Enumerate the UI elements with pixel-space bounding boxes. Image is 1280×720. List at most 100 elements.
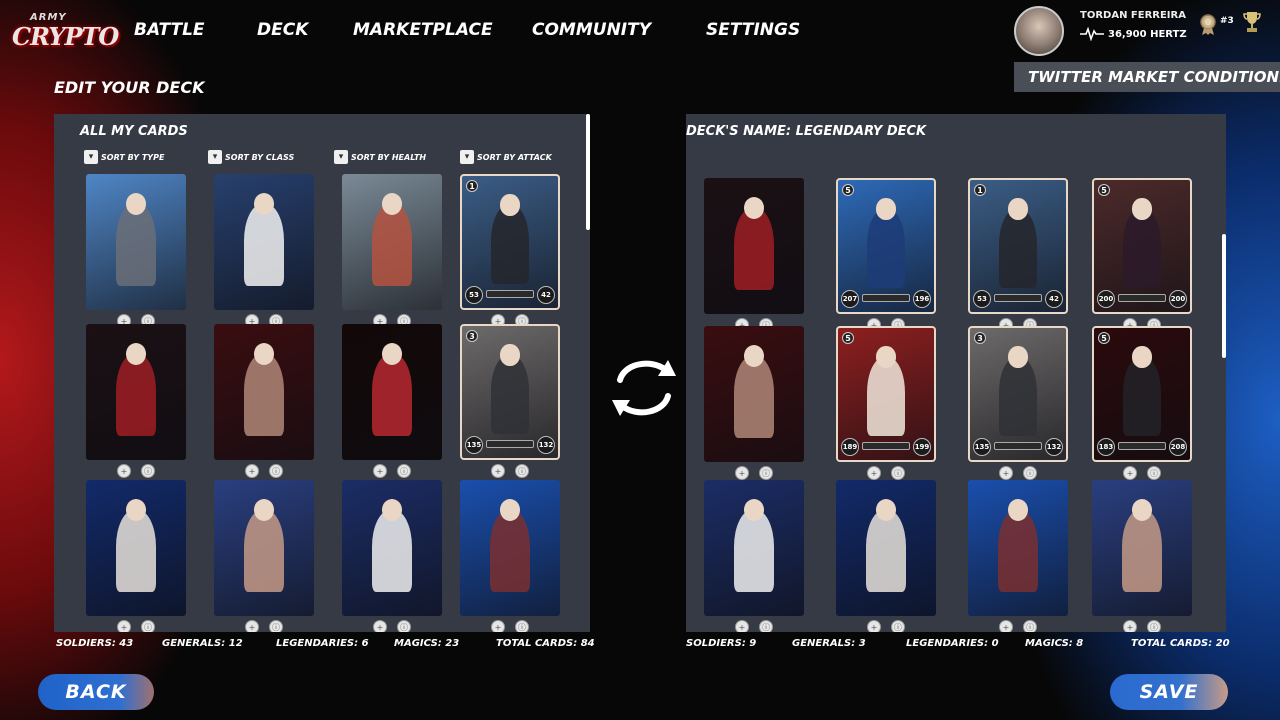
card-nameplate [862, 442, 910, 450]
card-info-icon[interactable]: ⓘ [269, 464, 283, 478]
all-cards-scrollbar[interactable] [586, 114, 590, 230]
card-info-icon[interactable]: ⓘ [1147, 620, 1161, 632]
card-figure [490, 205, 530, 285]
card[interactable] [342, 480, 442, 616]
card[interactable]: 5 183 208 [1092, 326, 1192, 462]
card[interactable] [342, 174, 442, 310]
nav-marketplace[interactable]: MARKETPLACE [353, 20, 493, 40]
card[interactable] [704, 480, 804, 616]
add-card-icon[interactable]: + [735, 620, 749, 632]
add-card-icon[interactable]: + [117, 464, 131, 478]
card[interactable] [704, 326, 804, 462]
count-generals: GENERALS: 3 [792, 638, 866, 649]
back-button[interactable]: BACK [38, 674, 154, 710]
card-figure [372, 353, 412, 436]
card[interactable]: 3 135 132 [460, 324, 560, 460]
sort-label: SORT BY TYPE [101, 152, 165, 162]
sort-by-attack[interactable]: ▾ SORT BY ATTACK [460, 150, 552, 164]
twitter-market-condition-banner[interactable]: TWITTER MARKET CONDITION... [1014, 62, 1280, 92]
card[interactable] [968, 480, 1068, 616]
card-attack: 207 [841, 290, 859, 308]
add-card-icon[interactable]: + [491, 464, 505, 478]
nav-settings[interactable]: SETTINGS [706, 20, 800, 40]
card[interactable] [460, 480, 560, 616]
card-info-icon[interactable]: ⓘ [891, 466, 905, 480]
add-card-icon[interactable]: + [1123, 620, 1137, 632]
card-nameplate [486, 290, 534, 298]
count-magics: MAGICS: 23 [394, 638, 460, 649]
card-info-icon[interactable]: ⓘ [515, 620, 529, 632]
card-attack: 183 [1097, 438, 1115, 456]
card[interactable]: 5 207 196 [836, 178, 936, 314]
add-card-icon[interactable]: + [735, 466, 749, 480]
card[interactable]: 5 200 200 [1092, 178, 1192, 314]
deck-scrollbar[interactable] [1222, 234, 1226, 358]
chevron-down-icon: ▾ [334, 150, 348, 164]
card[interactable] [342, 324, 442, 460]
card[interactable] [836, 480, 936, 616]
add-card-icon[interactable]: + [999, 466, 1013, 480]
card-info-icon[interactable]: ⓘ [141, 620, 155, 632]
card-figure [490, 355, 530, 435]
card[interactable] [86, 174, 186, 310]
card-figure [998, 209, 1038, 289]
card[interactable] [86, 480, 186, 616]
card-info-icon[interactable]: ⓘ [1023, 466, 1037, 480]
sort-by-class[interactable]: ▾ SORT BY CLASS [208, 150, 294, 164]
card[interactable] [1092, 480, 1192, 616]
card-figure-head [500, 194, 520, 216]
card[interactable]: 3 135 132 [968, 326, 1068, 462]
add-card-icon[interactable]: + [117, 620, 131, 632]
add-card-icon[interactable]: + [491, 620, 505, 632]
card-info-icon[interactable]: ⓘ [269, 620, 283, 632]
add-card-icon[interactable]: + [867, 466, 881, 480]
card-info-icon[interactable]: ⓘ [397, 620, 411, 632]
card[interactable] [86, 324, 186, 460]
avatar[interactable] [1014, 6, 1064, 56]
nav-battle[interactable]: BATTLE [134, 20, 205, 40]
nav-community[interactable]: COMMUNITY [532, 20, 651, 40]
add-card-icon[interactable]: + [999, 620, 1013, 632]
card-info-icon[interactable]: ⓘ [759, 620, 773, 632]
card[interactable]: 1 53 42 [968, 178, 1068, 314]
card[interactable] [214, 480, 314, 616]
card-cost: 5 [842, 184, 854, 196]
count-legendaries: LEGENDARIES: 6 [276, 638, 369, 649]
trophy-icon[interactable] [1242, 10, 1262, 34]
add-card-icon[interactable]: + [1123, 466, 1137, 480]
sort-label: SORT BY CLASS [225, 152, 295, 162]
card-figure [866, 209, 906, 289]
card[interactable] [214, 324, 314, 460]
card-info-icon[interactable]: ⓘ [1147, 466, 1161, 480]
save-button[interactable]: SAVE [1110, 674, 1228, 710]
card[interactable]: 5 189 199 [836, 326, 936, 462]
card-cost: 1 [466, 180, 478, 192]
card-figure [244, 203, 284, 286]
sort-by-type[interactable]: ▾ SORT BY TYPE [84, 150, 164, 164]
card-info-icon[interactable]: ⓘ [397, 464, 411, 478]
card-attack: 135 [973, 438, 991, 456]
count-soldiers: SOLDIERS: 43 [56, 638, 134, 649]
add-card-icon[interactable]: + [245, 620, 259, 632]
card-info-icon[interactable]: ⓘ [141, 464, 155, 478]
add-card-icon[interactable]: + [867, 620, 881, 632]
nav-deck[interactable]: DECK [257, 20, 308, 40]
card-figure-head [876, 346, 896, 368]
army-crypto-logo[interactable]: ARMY CRYPTO [10, 10, 119, 56]
card-figure-head [1008, 499, 1028, 521]
add-card-icon[interactable]: + [245, 464, 259, 478]
add-card-icon[interactable]: + [373, 620, 387, 632]
card-info-icon[interactable]: ⓘ [759, 466, 773, 480]
add-card-icon[interactable]: + [373, 464, 387, 478]
card-info-icon[interactable]: ⓘ [515, 464, 529, 478]
card[interactable] [214, 174, 314, 310]
card-figure [116, 509, 156, 592]
card-info-icon[interactable]: ⓘ [891, 620, 905, 632]
card[interactable]: 1 53 42 [460, 174, 560, 310]
deck-panel: DECK'S NAME: LEGENDARY DECK + ⓘ 5 207 196 + ⓘ 1… [686, 114, 1226, 632]
sort-by-health[interactable]: ▾ SORT BY HEALTH [334, 150, 426, 164]
swap-arrows-icon[interactable] [606, 350, 682, 426]
card-figure [734, 207, 774, 290]
card[interactable] [704, 178, 804, 314]
card-info-icon[interactable]: ⓘ [1023, 620, 1037, 632]
